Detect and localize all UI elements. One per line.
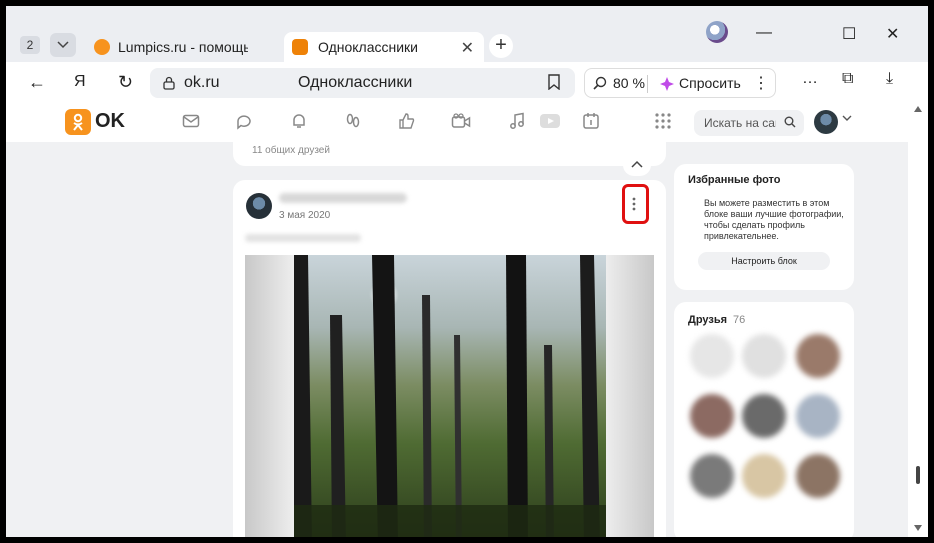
tab-lumpics[interactable]: Lumpics.ru - помощь с ком: [86, 32, 284, 62]
friends-count: 76: [733, 314, 746, 326]
minimize-icon[interactable]: —: [756, 24, 772, 42]
birch-trees-image: [294, 255, 606, 537]
friend-avatar[interactable]: [742, 394, 786, 438]
guests-icon[interactable]: [344, 112, 362, 130]
downloads-icon[interactable]: ⤓: [886, 70, 893, 88]
web-page: OK Искать на сайте 11 общих друзей: [6, 102, 908, 537]
extensions-icon[interactable]: ⧉: [842, 70, 853, 88]
post-text-blurred: [245, 234, 361, 242]
more-horizontal-icon[interactable]: …: [802, 70, 818, 88]
maximize-icon[interactable]: ☐: [842, 24, 856, 44]
video-icon[interactable]: [539, 112, 561, 130]
ok-logo-icon[interactable]: [65, 109, 91, 135]
post-date: 3 мая 2020: [279, 210, 331, 221]
more-vertical-icon[interactable]: ⋮: [753, 73, 769, 93]
chevron-up-icon: [631, 160, 643, 168]
url-host: ok.ru: [184, 74, 220, 91]
zoom-level[interactable]: 80 %: [613, 75, 645, 91]
chevron-down-icon: [57, 41, 69, 49]
close-tab-icon[interactable]: ✕: [461, 38, 474, 58]
user-avatar[interactable]: [814, 110, 838, 134]
friend-avatar[interactable]: [796, 454, 840, 498]
scroll-down-arrow-icon[interactable]: [914, 525, 922, 531]
page-scrollbar[interactable]: [908, 102, 928, 537]
url-field[interactable]: ok.ru Одноклассники: [150, 68, 575, 98]
yandex-icon[interactable]: Я: [74, 73, 86, 91]
friend-avatar[interactable]: [690, 394, 734, 438]
divider: [647, 75, 648, 93]
lumpics-favicon-icon: [94, 39, 110, 55]
post-photo-frame: [245, 255, 654, 537]
friend-avatar[interactable]: [742, 334, 786, 378]
likes-icon[interactable]: [398, 112, 416, 130]
site-info-icon[interactable]: [162, 76, 176, 90]
favorite-photos-text: Вы можете разместить в этом блоке ваши л…: [704, 198, 844, 241]
address-bar: ← Я ↻ ok.ru Одноклассники 80 % Спросить …: [6, 62, 928, 102]
bookmark-icon[interactable]: [547, 74, 561, 90]
tab-bar: 2 Lumpics.ru - помощь с ком Одноклассник…: [6, 6, 928, 62]
chevron-down-icon[interactable]: [842, 114, 852, 122]
new-tab-button[interactable]: +: [489, 34, 513, 58]
tab-odnoklassniki[interactable]: Одноклассники ✕: [284, 32, 484, 62]
zoom-icon: [593, 76, 607, 90]
post-author-avatar[interactable]: [246, 193, 272, 219]
highlight-frame: [622, 184, 649, 224]
search-placeholder: Искать на сайте: [704, 116, 776, 130]
scroll-up-arrow-icon[interactable]: [914, 106, 922, 112]
alice-icon: [660, 77, 674, 91]
site-search-input[interactable]: Искать на сайте: [694, 110, 804, 136]
post-photo[interactable]: [294, 255, 606, 537]
tabs-dropdown-button[interactable]: [50, 33, 76, 57]
ok-logo-text[interactable]: OK: [95, 110, 125, 133]
close-window-icon[interactable]: ✕: [886, 24, 899, 44]
notifications-icon[interactable]: [290, 112, 308, 130]
apps-grid-icon[interactable]: [654, 112, 672, 130]
friend-avatar[interactable]: [690, 334, 734, 378]
friend-avatar[interactable]: [796, 394, 840, 438]
discussions-icon[interactable]: [235, 112, 253, 130]
tab-title: Одноклассники: [318, 39, 419, 55]
back-icon[interactable]: ←: [28, 72, 46, 93]
ok-favicon-icon: [292, 39, 308, 55]
search-icon[interactable]: [784, 116, 796, 128]
friends-card: Друзья 76: [674, 302, 854, 537]
video-calls-icon[interactable]: [451, 112, 471, 130]
ask-button[interactable]: Спросить: [679, 75, 741, 91]
events-icon[interactable]: [582, 112, 600, 130]
messages-icon[interactable]: [182, 112, 200, 130]
scrollbar-thumb[interactable]: [916, 466, 920, 484]
friend-avatar[interactable]: [690, 454, 734, 498]
url-page-title: Одноклассники: [298, 74, 413, 91]
post-card: 3 мая 2020: [233, 180, 666, 537]
friends-title-label: Друзья: [688, 314, 728, 326]
tab-count-badge[interactable]: 2: [20, 36, 40, 54]
configure-block-button[interactable]: Настроить блок: [698, 252, 830, 270]
mutual-friends-text: 11 общих друзей: [252, 145, 330, 156]
zoom-ask-group: 80 % Спросить ⋮: [584, 68, 776, 98]
friend-avatar[interactable]: [796, 334, 840, 378]
friends-title[interactable]: Друзья 76: [688, 314, 745, 326]
friend-avatar[interactable]: [742, 454, 786, 498]
reload-icon[interactable]: ↻: [118, 72, 133, 93]
music-icon[interactable]: [508, 112, 526, 130]
browser-profile-icon[interactable]: [706, 21, 728, 43]
favorite-photos-card: Избранные фото Вы можете разместить в эт…: [674, 164, 854, 290]
scroll-up-button[interactable]: [623, 154, 651, 176]
tab-title: Lumpics.ru - помощь с ком: [118, 39, 248, 55]
post-author-name-blurred: [279, 193, 407, 203]
favorite-photos-title: Избранные фото: [688, 174, 781, 186]
browser-window: 2 Lumpics.ru - помощь с ком Одноклассник…: [6, 6, 928, 537]
